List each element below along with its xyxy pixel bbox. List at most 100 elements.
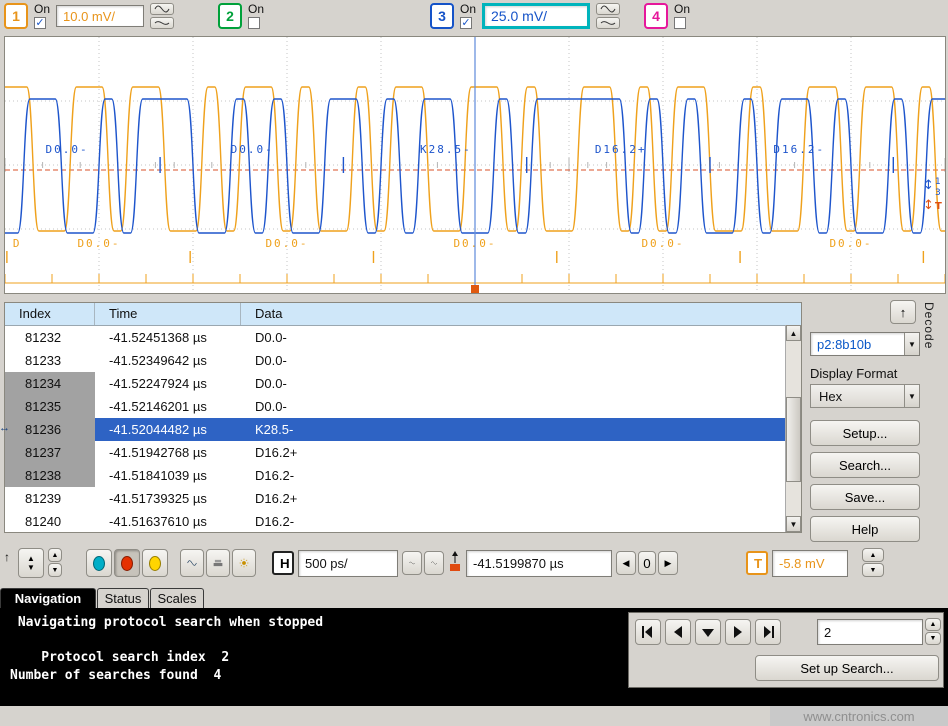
- table-cell-data[interactable]: D16.2-: [241, 464, 785, 487]
- table-cell-index[interactable]: 81232: [5, 326, 95, 349]
- brightness-button[interactable]: [232, 549, 256, 577]
- help-button[interactable]: Help: [810, 516, 920, 542]
- tab-status[interactable]: Status: [97, 588, 149, 608]
- run-button[interactable]: [86, 549, 112, 577]
- set-up-search-button[interactable]: Set up Search...: [755, 655, 939, 681]
- nav-first-button[interactable]: [635, 619, 661, 645]
- channel-1-scale-down-button[interactable]: [150, 17, 174, 29]
- table-row[interactable]: ↔81236-41.52044482 µsK28.5-: [5, 418, 801, 441]
- channel-1-scale-up-button[interactable]: [150, 3, 174, 15]
- pan-right-button[interactable]: ▶: [658, 551, 678, 575]
- zoom-in-button[interactable]: [424, 551, 444, 575]
- table-cell-data[interactable]: D16.2-: [241, 510, 785, 533]
- channel-3-scale-up-button[interactable]: [596, 3, 620, 15]
- display-format-dropdown[interactable]: Hex ▼: [810, 384, 920, 408]
- chevron-down-icon[interactable]: ▼: [904, 333, 919, 355]
- trigger-level-field[interactable]: -5.8 mV: [772, 550, 848, 577]
- search-button[interactable]: Search...: [810, 452, 920, 478]
- index-up-button[interactable]: ▲: [925, 618, 941, 631]
- setup-button[interactable]: Setup...: [810, 420, 920, 446]
- table-cell-index[interactable]: 81240: [5, 510, 95, 533]
- channel-3-scale-field[interactable]: 25.0 mV/: [482, 3, 590, 29]
- waveform-display[interactable]: D0.0-D0.0-K28.5-D16.2+D16.2-DD0.0-D0.0-D…: [4, 36, 946, 294]
- table-cell-data[interactable]: D0.0-: [241, 349, 785, 372]
- table-cell-time[interactable]: -41.52349642 µs: [95, 349, 241, 372]
- single-button[interactable]: [142, 549, 168, 577]
- table-cell-time[interactable]: -41.52146201 µs: [95, 395, 241, 418]
- table-cell-data[interactable]: D16.2+: [241, 441, 785, 464]
- table-cell-time[interactable]: -41.51942768 µs: [95, 441, 241, 464]
- table-row[interactable]: 81232-41.52451368 µsD0.0-: [5, 326, 801, 349]
- scrollbar-down-button[interactable]: ▼: [786, 516, 801, 532]
- table-cell-index[interactable]: 81234: [5, 372, 95, 395]
- table-cell-index[interactable]: 81239: [5, 487, 95, 510]
- index-down-button[interactable]: ▼: [925, 632, 941, 645]
- channel-1-on-checkbox[interactable]: ✓: [34, 17, 46, 29]
- print-button[interactable]: [206, 549, 230, 577]
- timebase-field[interactable]: 500 ps/: [298, 550, 398, 577]
- table-cell-index[interactable]: 81236: [5, 418, 95, 441]
- channel-2-button[interactable]: 2: [218, 3, 242, 29]
- level-down-button[interactable]: ▼: [862, 563, 884, 577]
- scrollbar-thumb[interactable]: [786, 397, 801, 482]
- table-cell-time[interactable]: -41.52247924 µs: [95, 372, 241, 395]
- channel-4-on-checkbox[interactable]: [674, 17, 686, 29]
- table-row[interactable]: 81240-41.51637610 µsD16.2-: [5, 510, 801, 533]
- table-cell-data[interactable]: D0.0-: [241, 326, 785, 349]
- channel-3-on-checkbox[interactable]: ✓: [460, 17, 472, 29]
- table-row[interactable]: 81237-41.51942768 µsD16.2+: [5, 441, 801, 464]
- table-cell-index[interactable]: 81235: [5, 395, 95, 418]
- table-row[interactable]: 81235-41.52146201 µsD0.0-: [5, 395, 801, 418]
- column-header-data[interactable]: Data: [241, 303, 801, 325]
- nav-last-button[interactable]: [755, 619, 781, 645]
- stepper-down-button[interactable]: ▼: [48, 563, 62, 577]
- table-row[interactable]: 81233-41.52349642 µsD0.0-: [5, 349, 801, 372]
- table-cell-data[interactable]: D0.0-: [241, 395, 785, 418]
- zoom-out-button[interactable]: [402, 551, 422, 575]
- trigger-button[interactable]: T: [746, 551, 768, 575]
- channel-2-on-checkbox[interactable]: [248, 17, 260, 29]
- table-row[interactable]: 81234-41.52247924 µsD0.0-: [5, 372, 801, 395]
- channel-1-scale-field[interactable]: 10.0 mV/: [56, 5, 144, 27]
- table-cell-time[interactable]: -41.52044482 µs: [95, 418, 241, 441]
- table-cell-time[interactable]: -41.51739325 µs: [95, 487, 241, 510]
- table-row[interactable]: 81238-41.51841039 µsD16.2-: [5, 464, 801, 487]
- tab-navigation[interactable]: Navigation: [0, 588, 96, 608]
- nav-current-button[interactable]: [695, 619, 721, 645]
- channel-3-scale-down-button[interactable]: [596, 17, 620, 29]
- horizontal-position-field[interactable]: -41.5199870 µs: [466, 550, 612, 577]
- table-cell-data[interactable]: D0.0-: [241, 372, 785, 395]
- waveform-tool-button[interactable]: [180, 549, 204, 577]
- table-row[interactable]: 81239-41.51739325 µsD16.2+: [5, 487, 801, 510]
- channel-3-button[interactable]: 3: [430, 3, 454, 29]
- table-cell-index[interactable]: 81233: [5, 349, 95, 372]
- nav-next-button[interactable]: [725, 619, 751, 645]
- tab-scales[interactable]: Scales: [150, 588, 204, 608]
- table-cell-index[interactable]: 81238: [5, 464, 95, 487]
- nav-prev-button[interactable]: [665, 619, 691, 645]
- chevron-down-icon[interactable]: ▼: [904, 385, 919, 407]
- pan-updown-button[interactable]: ▲▼: [18, 548, 44, 578]
- table-scrollbar[interactable]: ▲ ▼: [785, 325, 801, 532]
- level-up-button[interactable]: ▲: [862, 548, 884, 562]
- table-cell-time[interactable]: -41.52451368 µs: [95, 326, 241, 349]
- channel-4-button[interactable]: 4: [644, 3, 668, 29]
- table-cell-index[interactable]: 81237: [5, 441, 95, 464]
- scrollbar-up-button[interactable]: ▲: [786, 325, 801, 341]
- table-cell-time[interactable]: -41.51841039 µs: [95, 464, 241, 487]
- panel-up-arrow-button[interactable]: ↑: [890, 300, 916, 324]
- table-cell-data[interactable]: K28.5-: [241, 418, 785, 441]
- decode-source-dropdown[interactable]: p2:8b10b ▼: [810, 332, 920, 356]
- save-button[interactable]: Save...: [810, 484, 920, 510]
- column-header-time[interactable]: Time: [95, 303, 241, 325]
- zero-position-button[interactable]: 0: [638, 551, 656, 575]
- channel-1-button[interactable]: 1: [4, 3, 28, 29]
- search-index-field[interactable]: 2: [817, 619, 923, 645]
- pan-left-button[interactable]: ◀: [616, 551, 636, 575]
- stop-button[interactable]: [114, 549, 140, 577]
- stepper-up-button[interactable]: ▲: [48, 548, 62, 562]
- table-cell-data[interactable]: D16.2+: [241, 487, 785, 510]
- horizontal-button[interactable]: H: [272, 551, 294, 575]
- table-cell-time[interactable]: -41.51637610 µs: [95, 510, 241, 533]
- column-header-index[interactable]: Index: [5, 303, 95, 325]
